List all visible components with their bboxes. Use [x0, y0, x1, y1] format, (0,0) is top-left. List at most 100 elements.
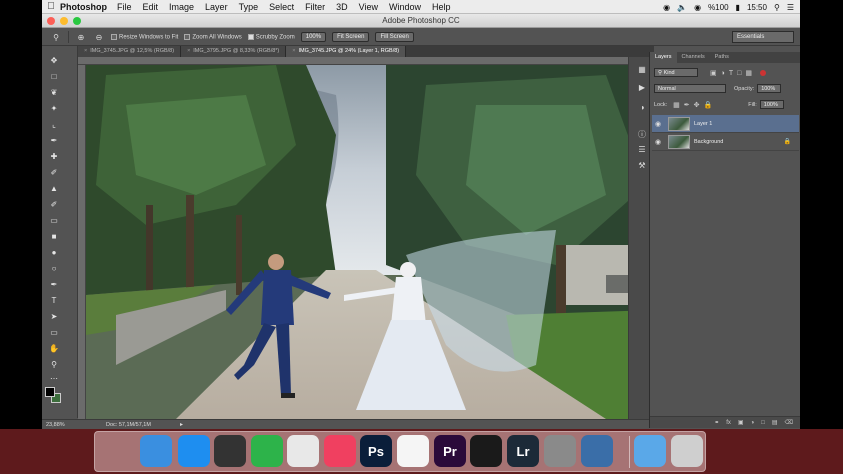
horizontal-ruler[interactable] [78, 57, 654, 65]
play-actions-icon[interactable]: ▶ [636, 83, 648, 93]
link-layers-icon[interactable]: ⚭ [714, 419, 719, 426]
dodge-tool-icon[interactable]: ○ [49, 264, 59, 274]
tab-channels[interactable]: Channels [677, 52, 710, 63]
history-brush-tool-icon[interactable]: ✐ [49, 200, 59, 210]
dock-premiere-icon[interactable]: Pr [434, 435, 466, 467]
zoom-tool-icon[interactable]: ⚲ [50, 31, 62, 43]
clock[interactable]: 15:50 [747, 3, 767, 12]
dock-trash-icon[interactable] [671, 435, 703, 467]
notification-icon[interactable]: ☰ [787, 3, 794, 12]
tab-document-1[interactable]: × IMG_3745.JPG @ 12,5% (RGB/8) [78, 46, 182, 57]
vertical-ruler[interactable] [78, 65, 86, 419]
shape-tool-icon[interactable]: ▭ [49, 328, 59, 338]
menu-window[interactable]: Window [389, 2, 421, 12]
dock-itunes-icon[interactable] [324, 435, 356, 467]
eyedropper-tool-icon[interactable]: ✒ [49, 136, 59, 146]
layer-row-layer-1[interactable]: ◉ Layer 1 [652, 115, 799, 133]
pen-tool-icon[interactable]: ✒ [49, 280, 59, 290]
clone-stamp-tool-icon[interactable]: ▲ [49, 184, 59, 194]
apple-icon[interactable]:  [42, 1, 60, 12]
dock-system-preferences-icon[interactable] [544, 435, 576, 467]
battery-icon[interactable]: ▮ [736, 3, 740, 12]
blend-mode-select[interactable]: Normal [654, 84, 726, 93]
dock-lightroom-icon[interactable]: Lr [507, 435, 539, 467]
menu-3d[interactable]: 3D [336, 2, 348, 12]
workspace-select[interactable]: Essentials [732, 31, 794, 43]
scrubby-zoom-checkbox[interactable]: Scrubby Zoom [247, 33, 295, 40]
dock-final-cut-pro-icon[interactable] [470, 435, 502, 467]
zoom-out-icon[interactable]: ⊖ [93, 31, 105, 43]
lasso-tool-icon[interactable]: ❦ [49, 88, 59, 98]
layer-style-icon[interactable]: fx [726, 420, 731, 426]
zoom-all-checkbox[interactable]: Zoom All Windows [184, 33, 242, 40]
close-tab-icon[interactable]: × [84, 48, 87, 54]
zoom-100-button[interactable]: 100% [300, 32, 327, 42]
zoom-tool-sidebar-icon[interactable]: ⚲ [49, 360, 59, 370]
menu-filter[interactable]: Filter [305, 2, 325, 12]
crop-tool-icon[interactable]: ⌞ [49, 120, 59, 130]
tab-document-3[interactable]: × IMG_3745.JPG @ 24% (Layer 1, RGB/8) [286, 46, 407, 57]
move-tool-icon[interactable]: ✥ [49, 56, 59, 66]
close-tab-icon[interactable]: × [292, 48, 295, 54]
resize-windows-checkbox[interactable]: Resize Windows to Fit [111, 33, 178, 40]
close-tab-icon[interactable]: × [187, 48, 190, 54]
fill-screen-button[interactable]: Fill Screen [375, 32, 414, 42]
foreground-color-swatch[interactable] [45, 387, 55, 397]
dock-app-store-icon[interactable] [178, 435, 210, 467]
search-icon[interactable]: ⚲ [774, 3, 780, 12]
blur-tool-icon[interactable]: ● [49, 248, 59, 258]
zoom-level[interactable]: 23,88% [46, 422, 65, 428]
dock-photoshop-icon[interactable]: Ps [360, 435, 392, 467]
menu-layer[interactable]: Layer [205, 2, 228, 12]
dock-chrome-icon[interactable] [287, 435, 319, 467]
document-canvas[interactable] [86, 65, 654, 419]
status-menu-icon[interactable]: ▸ [180, 421, 183, 428]
tab-layers[interactable]: Layers [650, 52, 677, 63]
visibility-eye-icon[interactable]: ◉ [652, 120, 664, 128]
type-tool-icon[interactable]: T [49, 296, 59, 306]
menu-type[interactable]: Type [239, 2, 259, 12]
menu-select[interactable]: Select [269, 2, 294, 12]
hand-tool-icon[interactable]: ✋ [49, 344, 59, 354]
menu-file[interactable]: File [117, 2, 132, 12]
filter-toggle-icon[interactable] [759, 69, 766, 76]
volume-icon[interactable]: 🔈 [677, 3, 687, 12]
filter-type-icons[interactable]: ▣◑T□▦ [710, 69, 756, 77]
new-group-icon[interactable]: □ [761, 420, 765, 426]
lock-options-icons[interactable]: ▦✒✥🔒 [673, 101, 716, 109]
add-mask-icon[interactable]: ▣ [738, 419, 744, 426]
menu-image[interactable]: Image [169, 2, 194, 12]
quick-select-tool-icon[interactable]: ✦ [49, 104, 59, 114]
eraser-tool-icon[interactable]: ▭ [49, 216, 59, 226]
dock-launchpad-icon[interactable] [214, 435, 246, 467]
fill-input[interactable]: 100% [759, 100, 784, 109]
tool-presets-icon[interactable]: ⚒ [636, 161, 648, 171]
wifi-icon[interactable]: ◉ [694, 3, 701, 12]
adjustment-layer-icon[interactable]: ◑ [751, 420, 755, 426]
more-tools-icon[interactable]: ⋯ [49, 374, 59, 384]
menu-edit[interactable]: Edit [143, 2, 159, 12]
history-panel-icon[interactable]: ▦ [636, 65, 648, 75]
properties-panel-icon[interactable]: ☰ [636, 145, 648, 155]
dock-folder-icon[interactable] [634, 435, 666, 467]
record-icon[interactable]: ◉ [663, 3, 670, 12]
opacity-input[interactable]: 100% [757, 84, 782, 93]
menu-app-name[interactable]: Photoshop [60, 2, 107, 12]
marquee-tool-icon[interactable]: □ [49, 72, 59, 82]
dock-finder-icon[interactable] [140, 435, 172, 467]
dock-photos-icon[interactable] [397, 435, 429, 467]
gradient-tool-icon[interactable]: ■ [49, 232, 59, 242]
menu-view[interactable]: View [359, 2, 378, 12]
dock-evernote-icon[interactable] [251, 435, 283, 467]
new-layer-icon[interactable]: ▤ [772, 419, 778, 426]
path-select-tool-icon[interactable]: ➤ [49, 312, 59, 322]
zoom-in-icon[interactable]: ⊕ [75, 31, 87, 43]
tab-document-2[interactable]: × IMG_3795.JPG @ 8,33% (RGB/8*) [181, 46, 287, 57]
fit-screen-button[interactable]: Fit Screen [332, 32, 370, 42]
info-panel-icon[interactable]: ⓘ [636, 129, 648, 139]
delete-layer-icon[interactable]: ⌫ [785, 419, 793, 426]
dock-quicktime-icon[interactable] [581, 435, 613, 467]
tab-paths[interactable]: Paths [710, 52, 734, 63]
kind-filter-select[interactable]: ⚲ Kind [654, 68, 698, 77]
visibility-eye-icon[interactable]: ◉ [652, 138, 664, 146]
